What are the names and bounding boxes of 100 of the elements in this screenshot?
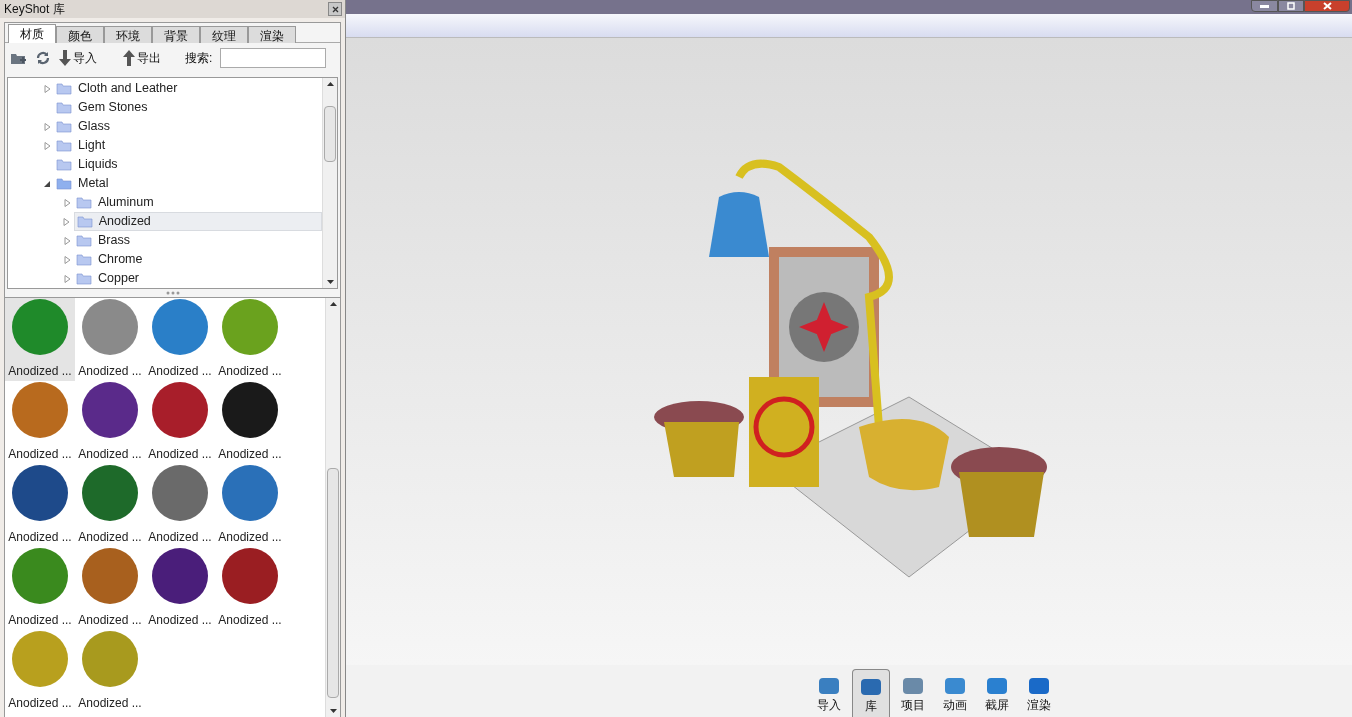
tab[interactable]: 渲染 — [248, 26, 296, 43]
expand-arrow-icon[interactable] — [63, 236, 71, 245]
material-tile[interactable]: Anodized ... — [75, 547, 145, 630]
material-tile[interactable]: Anodized ... — [75, 464, 145, 547]
expand-arrow-icon[interactable] — [63, 217, 71, 226]
folder-icon — [56, 120, 72, 133]
tree-item[interactable]: Metal — [54, 174, 117, 193]
tree-item-label: Copper — [98, 270, 139, 288]
toolbar-button[interactable]: 渲染 — [1020, 669, 1058, 717]
material-label: Anodized ... — [78, 695, 142, 711]
material-tile[interactable]: Anodized ... — [75, 298, 145, 381]
material-tile[interactable]: Anodized ... — [5, 547, 75, 630]
scrollbar[interactable] — [325, 298, 340, 717]
material-tile[interactable]: Anodized ... — [145, 381, 215, 464]
expand-arrow-icon[interactable] — [63, 198, 71, 207]
expand-arrow-icon[interactable] — [63, 255, 71, 264]
material-tile[interactable]: Anodized ... — [145, 547, 215, 630]
folder-icon — [76, 215, 93, 228]
import-button[interactable]: 导入 — [59, 49, 97, 67]
tree-item[interactable]: Light — [54, 136, 114, 155]
material-tile[interactable]: Anodized ... — [5, 298, 75, 381]
arrow-down-icon — [59, 50, 71, 66]
tree-item-label: Metal — [78, 175, 109, 193]
tree-item-label: Aluminum — [98, 194, 154, 212]
tree-item-label: Brass — [98, 232, 130, 250]
material-tile[interactable]: Anodized ... — [215, 298, 285, 381]
maximize-button[interactable] — [1278, 0, 1304, 12]
expand-arrow-icon[interactable] — [43, 141, 51, 150]
tree-item[interactable]: Brass — [74, 231, 138, 250]
scroll-thumb[interactable] — [327, 468, 339, 698]
export-button[interactable]: 导出 — [123, 49, 161, 67]
folder-icon — [56, 101, 72, 114]
folder-icon — [76, 196, 92, 209]
close-button[interactable] — [328, 2, 342, 16]
tab[interactable]: 环境 — [104, 26, 152, 43]
tree-item[interactable]: Copper — [74, 269, 147, 288]
material-label: Anodized ... — [78, 529, 142, 545]
folder-icon — [76, 234, 92, 247]
tree-item[interactable]: Aluminum — [74, 193, 162, 212]
material-label: Anodized ... — [148, 612, 212, 628]
toolbar-button[interactable]: 项目 — [894, 669, 932, 717]
material-label: Anodized ... — [8, 363, 72, 379]
toolbar-button[interactable]: 库 — [852, 669, 890, 717]
material-tile[interactable]: Anodized ... — [215, 381, 285, 464]
tool-icon — [1027, 675, 1051, 697]
tool-icon — [985, 675, 1009, 697]
tree-item[interactable]: Glass — [54, 117, 118, 136]
scroll-thumb[interactable] — [324, 106, 336, 162]
close-window-button[interactable] — [1304, 0, 1350, 12]
folder-icon — [56, 139, 72, 152]
material-tile[interactable]: Anodized ... — [145, 298, 215, 381]
scroll-up-icon[interactable] — [327, 82, 334, 86]
tree-item[interactable]: Chrome — [74, 250, 151, 269]
minimize-button[interactable] — [1251, 0, 1278, 12]
folder-icon — [56, 82, 72, 95]
toolbar-button[interactable]: 截屏 — [978, 669, 1016, 717]
tab[interactable]: 纹理 — [200, 26, 248, 43]
close-icon — [331, 5, 339, 13]
tree-item[interactable]: Cloth and Leather — [54, 79, 186, 98]
tree-item[interactable]: Liquids — [54, 155, 126, 174]
tree-item[interactable]: Anodized — [73, 212, 322, 231]
search-label: 搜索: — [185, 50, 213, 67]
tab[interactable]: 背景 — [152, 26, 200, 43]
expand-arrow-icon[interactable] — [43, 84, 51, 93]
material-label: Anodized ... — [218, 529, 282, 545]
expand-arrow-icon[interactable] — [43, 122, 51, 131]
scroll-down-icon[interactable] — [330, 709, 337, 713]
tree-item-label: Glass — [78, 118, 110, 136]
tab[interactable]: 颜色 — [56, 26, 104, 43]
material-tile[interactable]: Anodized ... — [145, 464, 215, 547]
tree-item-label: Anodized — [98, 213, 151, 231]
material-label: Anodized ... — [148, 529, 212, 545]
material-label: Anodized ... — [78, 446, 142, 462]
toolbar-button[interactable]: 导入 — [810, 669, 848, 717]
tool-icon — [859, 676, 883, 698]
material-tile[interactable]: Anodized ... — [215, 464, 285, 547]
search-field[interactable] — [220, 48, 327, 68]
panel-title: KeyShot 库 — [4, 1, 65, 18]
splitter-handle-icon[interactable] — [164, 291, 181, 295]
material-label: Anodized ... — [8, 529, 72, 545]
tab[interactable]: 材质 — [8, 24, 56, 43]
tree-item[interactable]: Gem Stones — [54, 98, 156, 117]
expand-arrow-icon[interactable] — [63, 274, 71, 283]
collapse-arrow-icon[interactable] — [43, 179, 51, 188]
material-tile[interactable]: Anodized ... — [5, 381, 75, 464]
folder-icon — [76, 272, 92, 285]
tree-item-label: Cloth and Leather — [78, 80, 178, 98]
material-tile[interactable]: Anodized ... — [5, 464, 75, 547]
material-tile[interactable]: Anodized ... — [5, 630, 75, 713]
scrollbar[interactable] — [322, 78, 337, 288]
material-tile[interactable]: Anodized ... — [215, 547, 285, 630]
scroll-down-icon[interactable] — [327, 280, 334, 284]
material-label: Anodized ... — [218, 446, 282, 462]
minimize-icon — [1260, 4, 1269, 8]
tree-item-label: Light — [78, 137, 106, 155]
scroll-up-icon[interactable] — [330, 302, 337, 306]
material-tile[interactable]: Anodized ... — [75, 630, 145, 713]
toolbar-button[interactable]: 动画 — [936, 669, 974, 717]
material-tile[interactable]: Anodized ... — [75, 381, 145, 464]
refresh-icon[interactable] — [35, 50, 51, 66]
